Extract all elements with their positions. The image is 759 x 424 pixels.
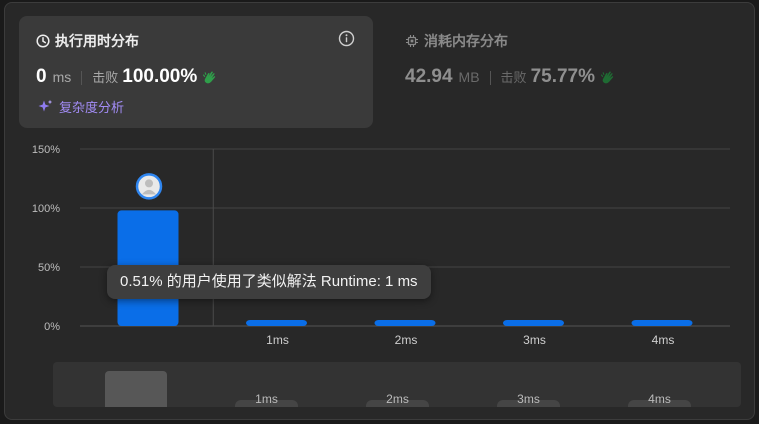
complexity-link-text: 复杂度分析	[59, 100, 125, 115]
memory-stats: 42.94 MB 击败 75.77%	[405, 66, 616, 90]
runtime-card-title: 执行用时分布	[36, 32, 139, 50]
runtime-value: 0	[36, 66, 47, 87]
memory-value: 42.94	[405, 66, 453, 87]
memory-card[interactable]: 消耗内存分布 42.94 MB 击败 75.77%	[388, 16, 742, 128]
range-slider-label: 2ms	[366, 393, 429, 407]
stat-divider	[81, 71, 83, 85]
range-slider-handle[interactable]	[105, 371, 167, 407]
runtime-card[interactable]: 执行用时分布 0 ms 击败 100.00% 复杂度分析	[19, 16, 373, 128]
range-slider-label: 3ms	[497, 393, 560, 407]
chart-bar[interactable]	[631, 320, 693, 326]
clap-icon	[203, 71, 216, 84]
info-icon[interactable]	[338, 30, 355, 47]
memory-beats-percent: 75.77%	[530, 66, 596, 87]
runtime-title-text: 执行用时分布	[55, 33, 139, 49]
chart-bar[interactable]	[374, 320, 436, 326]
runtime-stats: 0 ms 击败 100.00%	[36, 66, 218, 90]
memory-title-text: 消耗内存分布	[424, 33, 508, 49]
complexity-analysis-link[interactable]: 复杂度分析	[38, 97, 124, 116]
clap-icon	[600, 71, 614, 84]
chart-bar[interactable]	[246, 320, 307, 326]
memory-card-title: 消耗内存分布	[405, 32, 508, 50]
sparkle-icon	[38, 99, 53, 112]
chip-icon	[406, 35, 418, 47]
clock-icon	[36, 34, 50, 48]
runtime-beats-percent: 100.00%	[122, 66, 198, 87]
chart-tooltip: 0.51% 的用户使用了类似解法 Runtime: 1 ms	[107, 265, 431, 299]
runtime-unit: ms	[52, 69, 72, 85]
stat-divider	[489, 71, 491, 85]
memory-beats-label: 击败	[500, 70, 527, 85]
range-slider-label: 4ms	[628, 393, 691, 407]
range-slider-label: 1ms	[235, 393, 298, 407]
runtime-beats-label: 击败	[92, 70, 119, 85]
memory-unit: MB	[458, 69, 480, 85]
chart-range-slider[interactable]: 1ms 2ms 3ms 4ms	[53, 362, 741, 407]
chart-bar[interactable]	[503, 320, 564, 326]
